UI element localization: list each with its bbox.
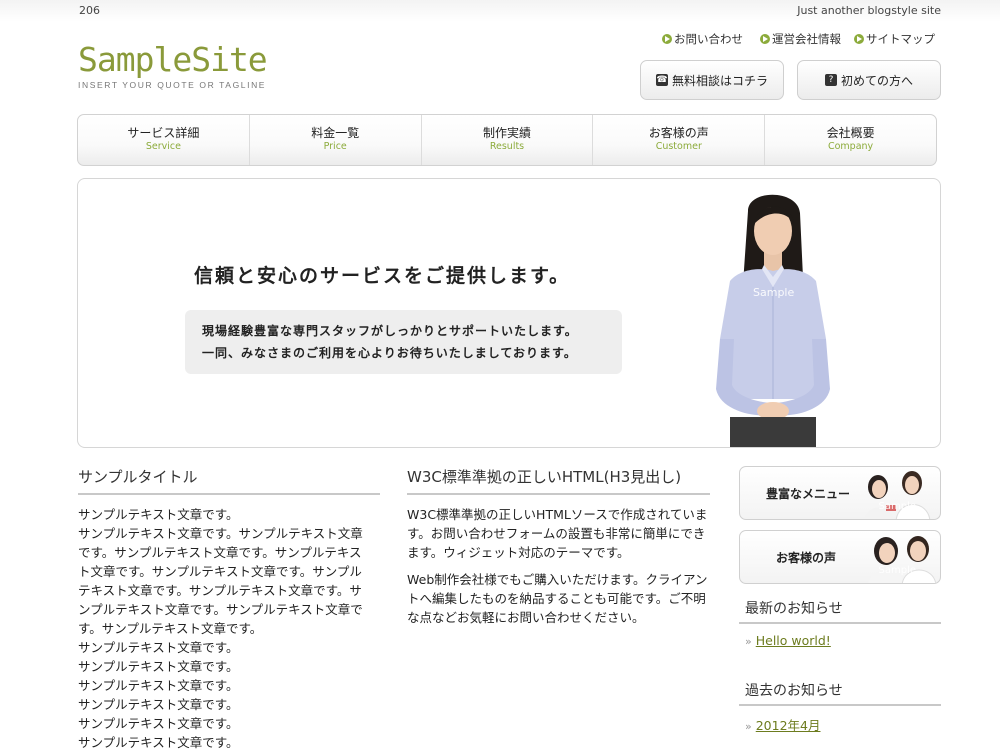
w3c-text-body: W3C標準準拠の正しいHTMLソースで作成されています。お問い合わせフォームの設… bbox=[407, 507, 708, 625]
main-column-left: サンプルタイトル サンプルテキスト文章です。 サンプルテキスト文章です。サンプル… bbox=[78, 466, 380, 750]
global-nav: サービス詳細 Service 料金一覧 Price 制作実績 Results お… bbox=[77, 114, 937, 166]
menu-banner[interactable]: 豊富なメニュー Sample bbox=[739, 466, 941, 520]
top-link-company[interactable]: 運営会社情報 bbox=[760, 31, 841, 47]
banner-watermark: Sample bbox=[878, 565, 917, 576]
hero-watermark: Sample bbox=[753, 286, 795, 299]
main-column-center: W3C標準準拠の正しいHTML(H3見出し) W3C標準準拠の正しいHTMLソー… bbox=[407, 466, 710, 635]
top-link-sitemap[interactable]: サイトマップ bbox=[854, 31, 935, 47]
hero-subtext: 現場経験豊富な専門スタッフがしっかりとサポートいたします。 一同、みなさまのご利… bbox=[185, 310, 622, 374]
staff-photo bbox=[716, 194, 830, 447]
archive-link[interactable]: 2012年4月 bbox=[756, 718, 821, 733]
top-bar: 206 Just another blogstyle site bbox=[0, 0, 1000, 22]
consult-button[interactable]: ☎ 無料相談はコチラ bbox=[640, 60, 784, 100]
nav-item-customer[interactable]: お客様の声 Customer bbox=[593, 115, 766, 165]
sidebar: 豊富なメニュー Sample お客様の声 Sample 最新のお知らせ » Hel… bbox=[739, 466, 941, 734]
news-link[interactable]: Hello world! bbox=[756, 633, 831, 648]
top-link-contact[interactable]: お問い合わせ bbox=[662, 31, 743, 47]
latest-news-item: » Hello world! bbox=[739, 624, 941, 648]
archive-title: 過去のお知らせ bbox=[739, 680, 941, 706]
site-title[interactable]: SampleSite bbox=[78, 40, 268, 80]
sample-text-body: サンプルテキスト文章です。 サンプルテキスト文章です。サンプルテキスト文章 です… bbox=[78, 507, 363, 750]
customer-banner-photo bbox=[868, 536, 936, 583]
arrow-circle-icon bbox=[760, 34, 770, 44]
archive-item: » 2012年4月 bbox=[739, 706, 941, 734]
menu-banner-photo bbox=[864, 471, 931, 519]
section-title-sample: サンプルタイトル bbox=[78, 466, 380, 495]
banner-watermark: Sample bbox=[878, 501, 917, 512]
hero-headline: 信頼と安心のサービスをご提供します。 bbox=[194, 265, 571, 287]
first-time-button[interactable]: ? 初めての方へ bbox=[797, 60, 941, 100]
site-logo[interactable]: SampleSite INSERT YOUR QUOTE OR TAGLINE bbox=[78, 40, 268, 90]
section-title-w3c: W3C標準準拠の正しいHTML(H3見出し) bbox=[407, 466, 710, 495]
hero-banner: 信頼と安心のサービスをご提供します。 現場経験豊富な専門スタッフがしっかりとサポ… bbox=[77, 178, 941, 448]
phone-icon: ☎ bbox=[655, 74, 668, 86]
nav-item-price[interactable]: 料金一覧 Price bbox=[250, 115, 422, 165]
site-description: Just another blogstyle site bbox=[797, 4, 941, 17]
customer-voice-banner[interactable]: お客様の声 Sample bbox=[739, 530, 941, 584]
question-icon: ? bbox=[824, 74, 837, 86]
site-tagline: INSERT YOUR QUOTE OR TAGLINE bbox=[78, 80, 267, 90]
nav-item-service[interactable]: サービス詳細 Service bbox=[78, 115, 250, 165]
latest-news-title: 最新のお知らせ bbox=[739, 598, 941, 624]
nav-item-results[interactable]: 制作実績 Results bbox=[422, 115, 594, 165]
arrow-circle-icon bbox=[854, 34, 864, 44]
nav-item-company[interactable]: 会社概要 Company bbox=[765, 115, 936, 165]
chevron-right-icon: » bbox=[745, 720, 752, 733]
post-count: 206 bbox=[79, 4, 100, 17]
arrow-circle-icon bbox=[662, 34, 672, 44]
chevron-right-icon: » bbox=[745, 635, 752, 648]
